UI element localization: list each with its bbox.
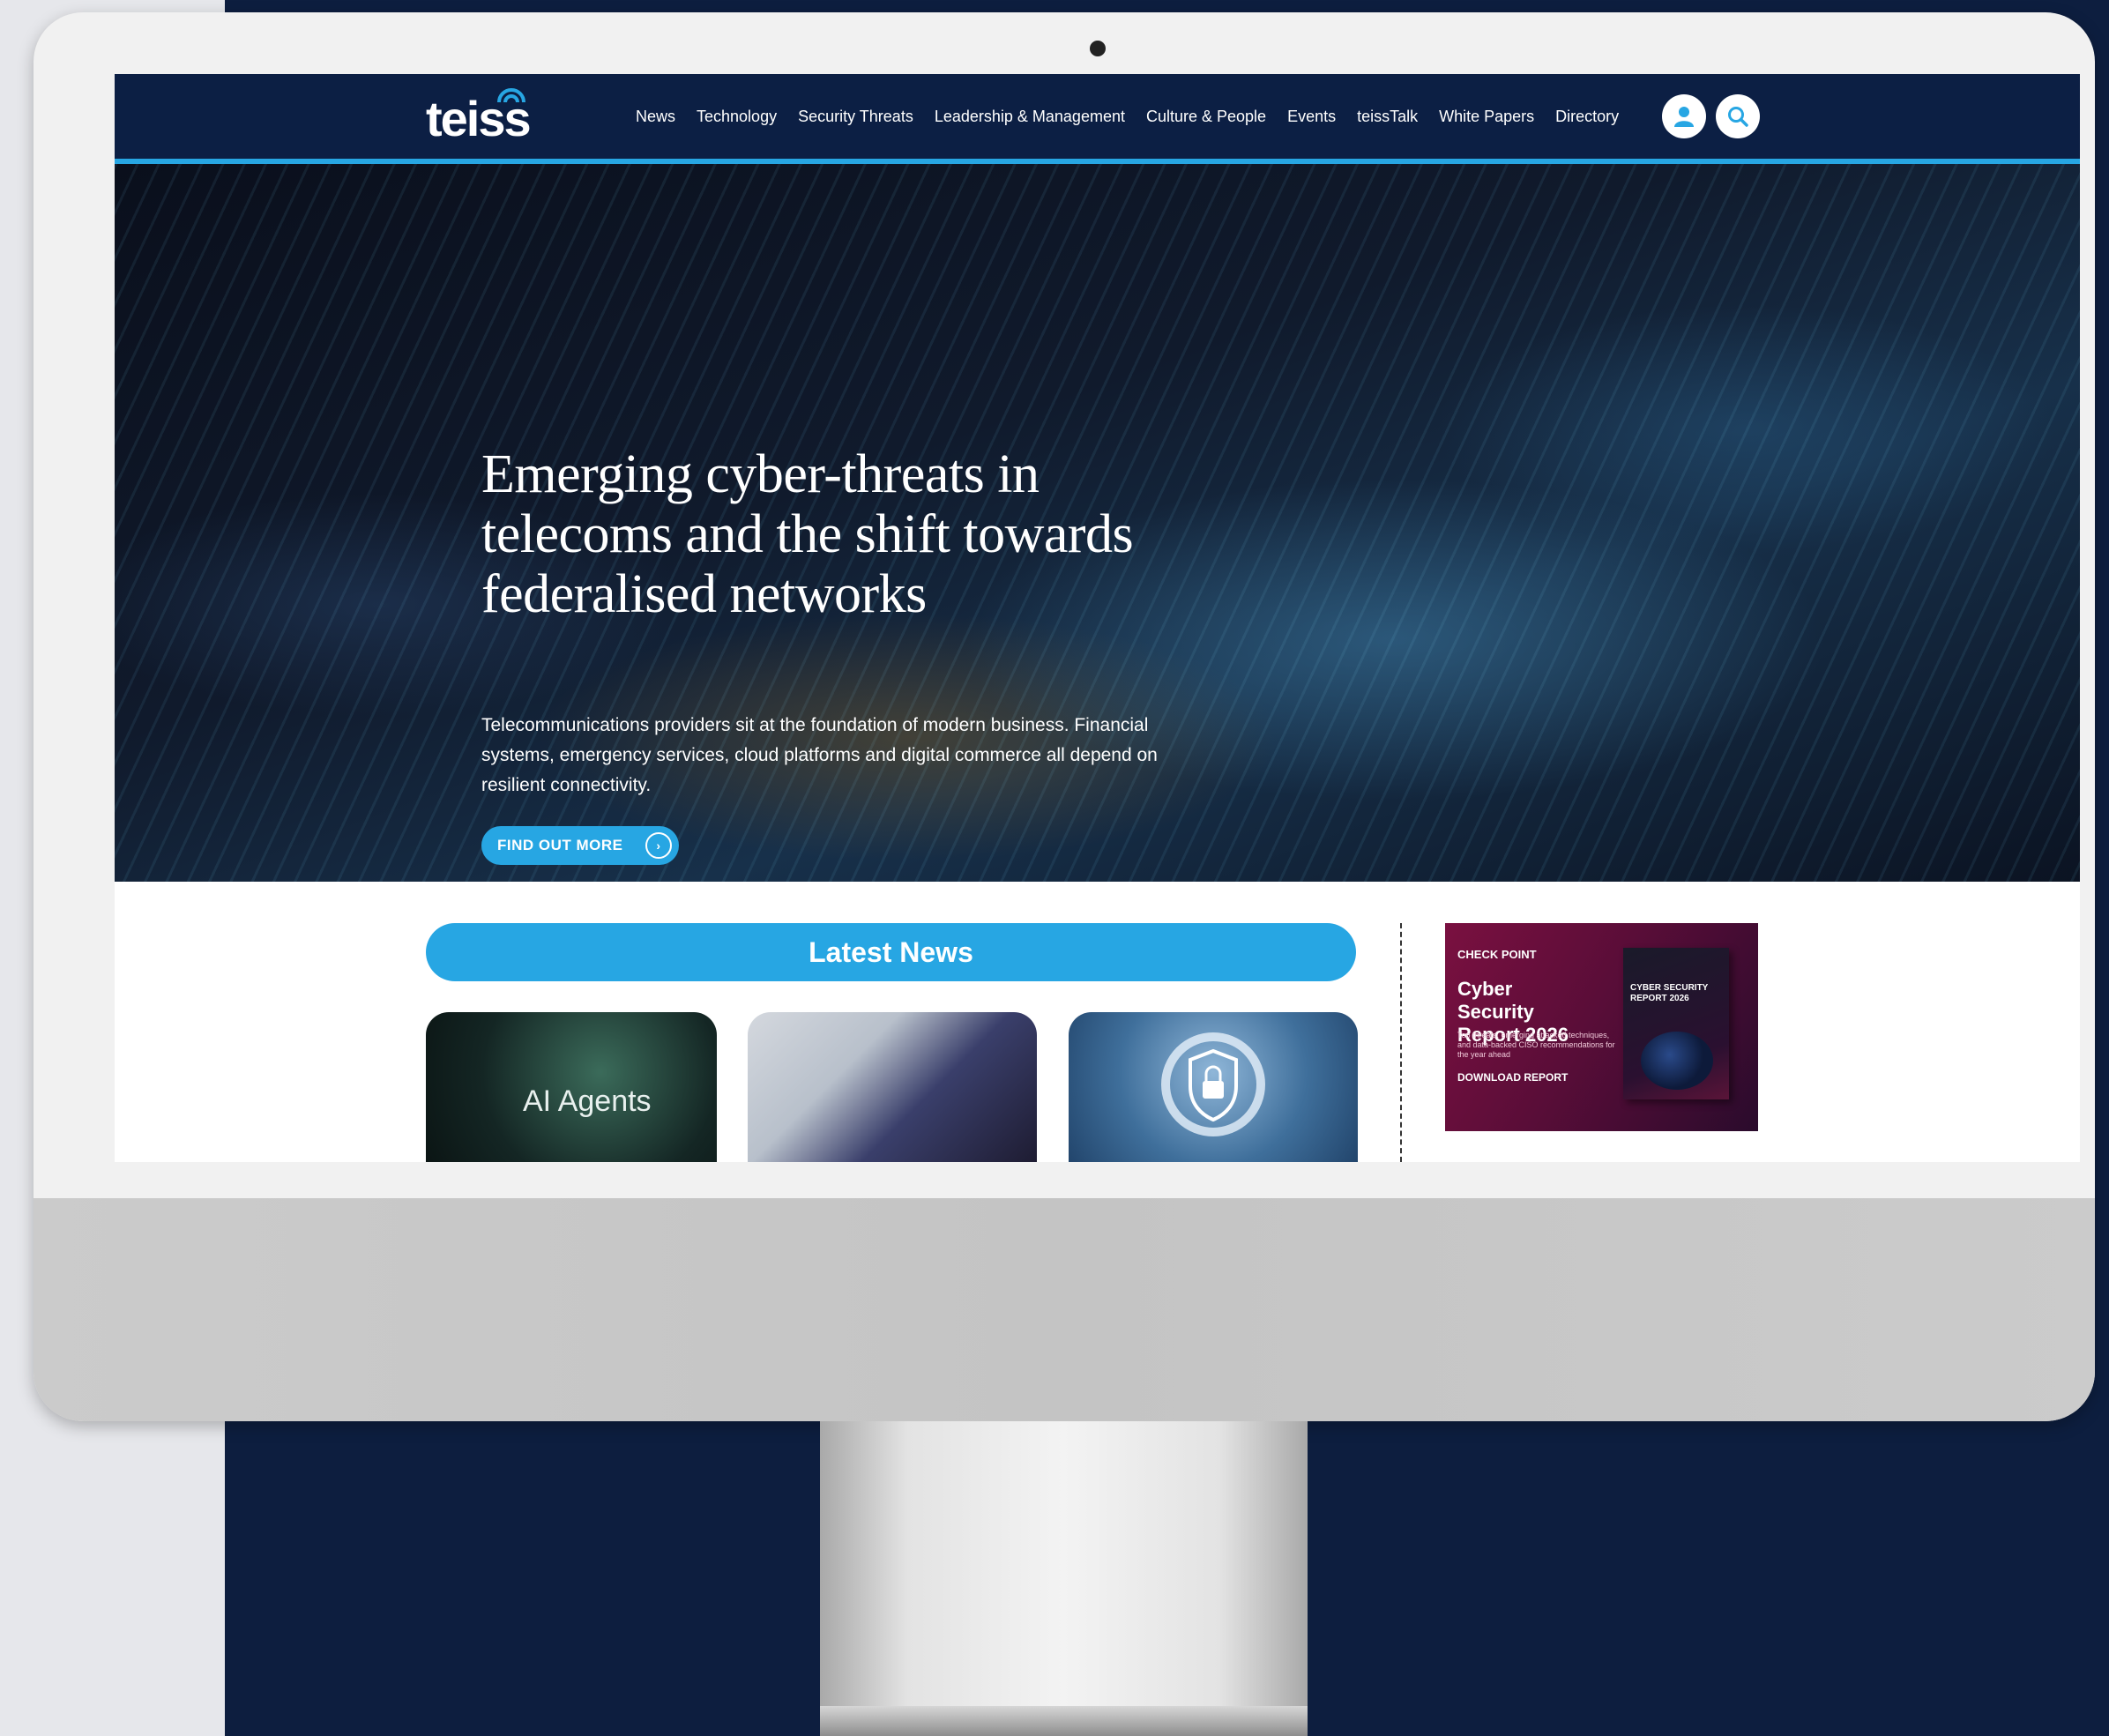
hero-title[interactable]: Emerging cyber-threats in telecoms and t… bbox=[481, 444, 1151, 624]
latest-news-heading: Latest News bbox=[426, 923, 1356, 981]
checkpoint-ad-banner[interactable]: CHECK POINT Cyber Security Report 2026 T… bbox=[1445, 923, 1758, 1131]
imac-chin bbox=[34, 1198, 2095, 1421]
chevron-right-icon: › bbox=[645, 832, 672, 859]
search-icon bbox=[1728, 107, 1748, 127]
site-logo[interactable]: teiss bbox=[426, 90, 532, 147]
ad-subtitle: Top threats, emerging attacked technique… bbox=[1457, 1031, 1615, 1059]
report-cover-title: CYBER SECURITY REPORT 2026 bbox=[1630, 983, 1709, 1003]
website-screen: teiss News Technology Security Threats L… bbox=[115, 74, 2080, 1162]
camera bbox=[1090, 41, 1106, 56]
nav-item-news[interactable]: News bbox=[636, 108, 675, 126]
nav-item-events[interactable]: Events bbox=[1287, 108, 1336, 126]
nav-item-technology[interactable]: Technology bbox=[697, 108, 777, 126]
hero-slider: Emerging cyber-threats in telecoms and t… bbox=[115, 164, 2080, 931]
news-card-image[interactable] bbox=[1069, 1012, 1358, 1162]
sidebar-divider bbox=[1400, 923, 1402, 1162]
account-button[interactable] bbox=[1662, 94, 1706, 138]
report-cover-image: CYBER SECURITY REPORT 2026 bbox=[1623, 948, 1729, 1099]
nav-item-directory[interactable]: Directory bbox=[1555, 108, 1619, 126]
nav-item-teisstalk[interactable]: teissTalk bbox=[1357, 108, 1418, 126]
nav-item-security-threats[interactable]: Security Threats bbox=[798, 108, 913, 126]
search-button[interactable] bbox=[1716, 94, 1760, 138]
nav-item-white-papers[interactable]: White Papers bbox=[1439, 108, 1534, 126]
nav-item-leadership[interactable]: Leadership & Management bbox=[935, 108, 1125, 126]
imac-stand-foot bbox=[820, 1706, 1308, 1736]
hero-description: Telecommunications providers sit at the … bbox=[481, 715, 1158, 795]
find-out-more-button[interactable]: FIND OUT MORE › bbox=[481, 826, 679, 865]
lock-icon bbox=[1161, 1032, 1265, 1136]
main-nav: News Technology Security Threats Leaders… bbox=[636, 74, 1640, 159]
news-card-image[interactable] bbox=[748, 1012, 1037, 1162]
news-card-image[interactable]: AI Agents bbox=[426, 1012, 717, 1162]
nav-item-culture[interactable]: Culture & People bbox=[1146, 108, 1266, 126]
globe-icon bbox=[1641, 1032, 1713, 1090]
imac-stand bbox=[820, 1421, 1308, 1736]
ai-agents-image-text: AI Agents bbox=[523, 1084, 652, 1118]
user-icon bbox=[1674, 107, 1694, 127]
site-header: teiss News Technology Security Threats L… bbox=[115, 74, 2080, 164]
ad-brand: CHECK POINT bbox=[1457, 948, 1537, 961]
download-report-button[interactable]: DOWNLOAD REPORT bbox=[1457, 1071, 1568, 1084]
imac-frame: teiss News Technology Security Threats L… bbox=[34, 12, 2095, 1421]
find-out-more-label: FIND OUT MORE bbox=[497, 837, 623, 853]
